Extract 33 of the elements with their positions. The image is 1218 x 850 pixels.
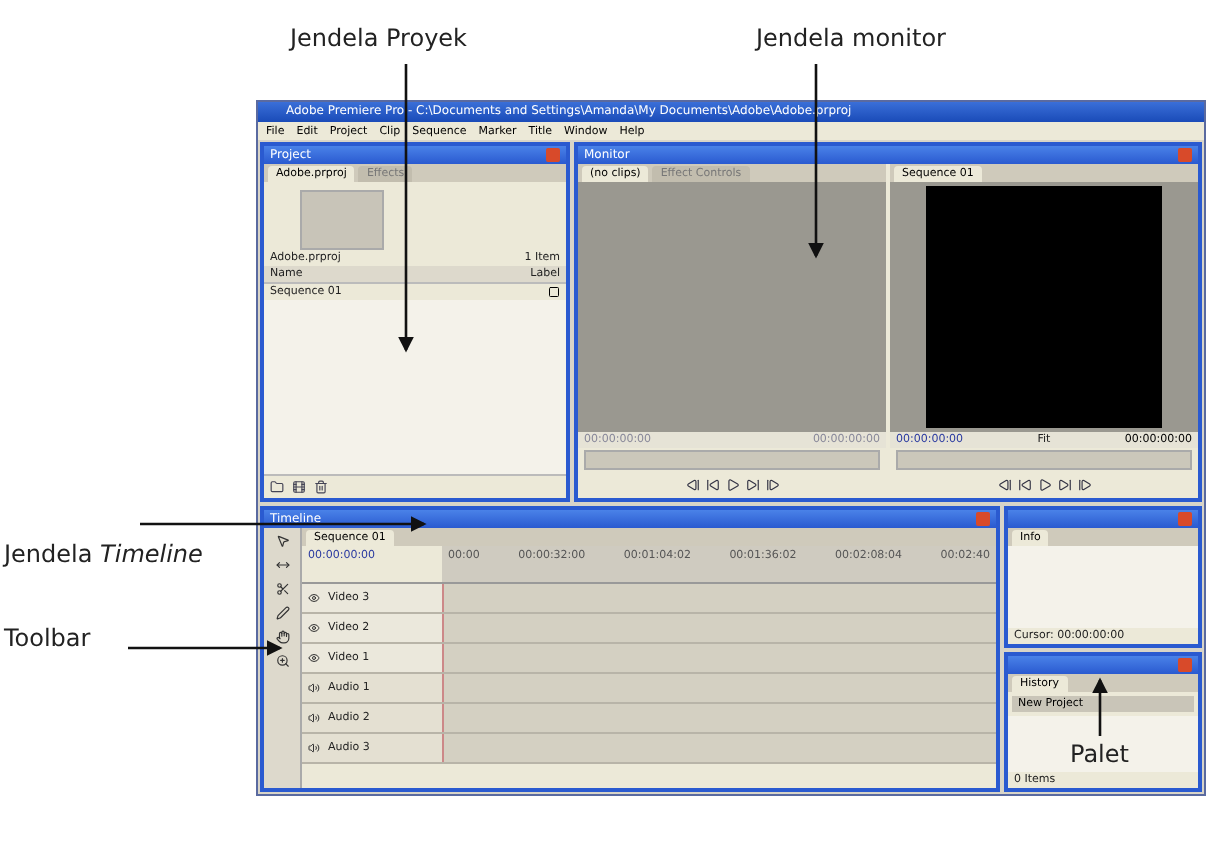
zoom-icon[interactable] [275, 654, 289, 668]
skip-forward-icon[interactable] [745, 478, 759, 492]
pointer-icon[interactable] [275, 534, 289, 548]
eye-icon[interactable] [308, 592, 320, 604]
speaker-icon[interactable] [308, 682, 320, 694]
step-forward-icon[interactable] [1077, 478, 1091, 492]
clip-preview [300, 190, 384, 250]
trash-icon[interactable] [314, 480, 328, 494]
speaker-icon[interactable] [308, 742, 320, 754]
skip-forward-icon[interactable] [1057, 478, 1071, 492]
play-icon[interactable] [1037, 478, 1051, 492]
hand-icon[interactable] [275, 630, 289, 644]
ripple-icon[interactable] [275, 558, 289, 572]
annotation-label: Jendela Proyek [290, 24, 467, 53]
label-icon [548, 286, 560, 298]
folder-icon[interactable] [270, 480, 284, 494]
annotation-label: Toolbar [4, 624, 91, 653]
annotation-label: Jendela monitor [756, 24, 946, 53]
skip-back-icon[interactable] [1017, 478, 1031, 492]
annotation-label: Palet [1070, 740, 1129, 769]
annotation-label: Jendela Timeline [4, 540, 203, 569]
annotation-arrow [1092, 677, 1108, 736]
pen-icon[interactable] [275, 606, 289, 620]
play-icon[interactable] [725, 478, 739, 492]
scissors-icon[interactable] [275, 582, 289, 596]
film-icon[interactable] [292, 480, 306, 494]
eye-icon[interactable] [308, 652, 320, 664]
step-back-icon[interactable] [685, 478, 699, 492]
skip-back-icon[interactable] [705, 478, 719, 492]
eye-icon[interactable] [308, 622, 320, 634]
step-back-icon[interactable] [997, 478, 1011, 492]
speaker-icon[interactable] [308, 712, 320, 724]
step-forward-icon[interactable] [765, 478, 779, 492]
